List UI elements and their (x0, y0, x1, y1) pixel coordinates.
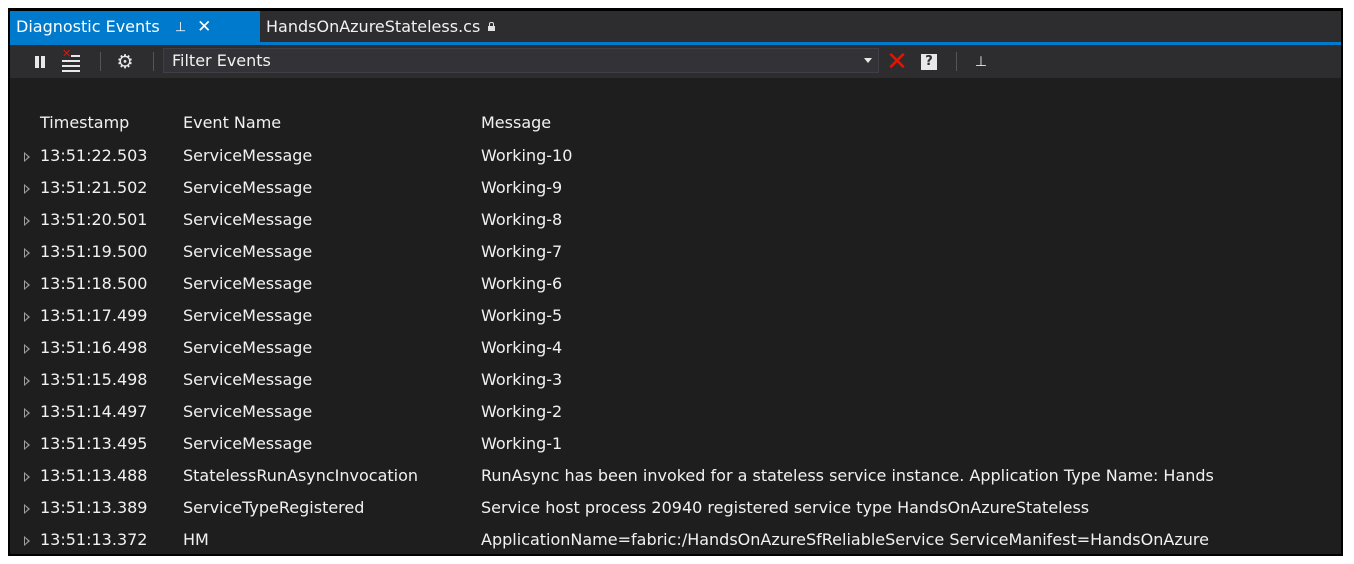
cell-event-name: HM (183, 530, 209, 549)
cell-timestamp: 13:51:13.488 (40, 466, 148, 485)
cell-timestamp: 13:51:22.503 (40, 146, 148, 165)
tab-handsonazurestateless-cs[interactable]: HandsOnAzureStateless.cs (260, 11, 570, 42)
cell-timestamp: 13:51:19.500 (40, 242, 148, 261)
table-row[interactable]: 13:51:17.499 ServiceMessage Working-5 (10, 302, 1341, 334)
filter-events-input[interactable]: Filter Events (163, 48, 879, 73)
cell-message: Working-10 (481, 146, 573, 165)
pause-icon[interactable] (32, 45, 48, 78)
lock-icon (488, 22, 496, 31)
cell-timestamp: 13:51:20.501 (40, 210, 148, 229)
table-row[interactable]: 13:51:22.503 ServiceMessage Working-10 (10, 142, 1341, 174)
table-row[interactable]: 13:51:14.497 ServiceMessage Working-2 (10, 398, 1341, 430)
expand-row-icon[interactable] (24, 184, 30, 194)
cell-timestamp: 13:51:13.389 (40, 498, 148, 517)
tab-title: Diagnostic Events (16, 17, 160, 36)
cell-message: Working-4 (481, 338, 563, 357)
screenshot-frame: Diagnostic Events ⊣ ✕ HandsOnAzureStatel… (8, 8, 1343, 556)
expand-row-icon[interactable] (24, 280, 30, 290)
cell-message: Working-3 (481, 370, 563, 389)
expand-row-icon[interactable] (24, 376, 30, 386)
diagnostic-events-window: Diagnostic Events ⊣ ✕ HandsOnAzureStatel… (10, 11, 1341, 554)
expand-row-icon[interactable] (24, 440, 30, 450)
cell-event-name: ServiceMessage (183, 338, 313, 357)
document-tab-strip: Diagnostic Events ⊣ ✕ HandsOnAzureStatel… (10, 11, 1341, 45)
cell-message: Working-5 (481, 306, 563, 325)
tab-pin-icon[interactable]: ⊣ (172, 21, 187, 32)
filter-events-text: Filter Events (172, 51, 271, 70)
cell-message: Working-7 (481, 242, 563, 261)
table-row[interactable]: 13:51:16.498 ServiceMessage Working-4 (10, 334, 1341, 366)
cell-event-name: StatelessRunAsyncInvocation (183, 466, 419, 485)
expand-row-icon[interactable] (24, 472, 30, 482)
cell-message: Working-8 (481, 210, 563, 229)
cell-message: RunAsync has been invoked for a stateles… (481, 466, 1214, 485)
cell-event-name: ServiceMessage (183, 402, 313, 421)
table-row[interactable]: 13:51:15.498 ServiceMessage Working-3 (10, 366, 1341, 398)
toolbar: ✕ ⚙ Filter Events ✕ ? ⊥ (10, 45, 1341, 78)
cell-message: Working-1 (481, 434, 563, 453)
table-row[interactable]: 13:51:21.502 ServiceMessage Working-9 (10, 174, 1341, 206)
tab-title: HandsOnAzureStateless.cs (266, 17, 481, 36)
cell-event-name: ServiceTypeRegistered (183, 498, 365, 517)
toolbar-separator (153, 52, 154, 71)
cell-message: Working-6 (481, 274, 563, 293)
cell-timestamp: 13:51:14.497 (40, 402, 148, 421)
cell-event-name: ServiceMessage (183, 274, 313, 293)
tab-close-icon[interactable]: ✕ (197, 17, 211, 37)
expand-row-icon[interactable] (24, 248, 30, 258)
cell-event-name: ServiceMessage (183, 370, 313, 389)
cell-timestamp: 13:51:18.500 (40, 274, 148, 293)
clear-filter-icon[interactable]: ✕ (884, 45, 910, 78)
tab-diagnostic-events[interactable]: Diagnostic Events ⊣ ✕ (10, 11, 260, 42)
cell-event-name: ServiceMessage (183, 306, 313, 325)
table-row[interactable]: 13:51:13.495 ServiceMessage Working-1 (10, 430, 1341, 462)
cell-event-name: ServiceMessage (183, 210, 313, 229)
toolbar-separator (956, 52, 957, 71)
expand-row-icon[interactable] (24, 152, 30, 162)
expand-row-icon[interactable] (24, 216, 30, 226)
cell-message: Service host process 20940 registered se… (481, 498, 1090, 517)
column-header-message[interactable]: Message (481, 113, 551, 132)
cell-event-name: ServiceMessage (183, 242, 313, 261)
expand-row-icon[interactable] (24, 536, 30, 546)
cell-timestamp: 13:51:13.495 (40, 434, 148, 453)
column-header-timestamp[interactable]: Timestamp (40, 113, 129, 132)
column-header-event-name[interactable]: Event Name (183, 113, 281, 132)
expand-row-icon[interactable] (24, 312, 30, 322)
expand-row-icon[interactable] (24, 504, 30, 514)
cell-timestamp: 13:51:16.498 (40, 338, 148, 357)
expand-row-icon[interactable] (24, 408, 30, 418)
gear-icon[interactable]: ⚙ (114, 45, 136, 78)
dropdown-arrow-icon[interactable] (864, 58, 872, 63)
cell-timestamp: 13:51:13.372 (40, 530, 148, 549)
table-row[interactable]: 13:51:18.500 ServiceMessage Working-6 (10, 270, 1341, 302)
table-row[interactable]: 13:51:13.488 StatelessRunAsyncInvocation R… (10, 462, 1341, 494)
help-icon-glyph: ? (921, 53, 937, 70)
cell-timestamp: 13:51:21.502 (40, 178, 148, 197)
cell-event-name: ServiceMessage (183, 178, 313, 197)
expand-row-icon[interactable] (24, 344, 30, 354)
cell-message: Working-2 (481, 402, 563, 421)
cell-message: Working-9 (481, 178, 563, 197)
table-row[interactable]: 13:51:13.389 ServiceTypeRegistered Service… (10, 494, 1341, 526)
grid-header: Timestamp Event Name Message (10, 78, 1341, 142)
toolbar-separator (100, 52, 101, 71)
table-row[interactable]: 13:51:19.500 ServiceMessage Working-7 (10, 238, 1341, 270)
table-row[interactable]: 13:51:20.501 ServiceMessage Working-8 (10, 206, 1341, 238)
pin-icon[interactable]: ⊥ (973, 45, 989, 78)
events-grid: Timestamp Event Name Message 13:51:22.50… (10, 78, 1341, 554)
table-row[interactable]: 13:51:13.372 HM ApplicationName=fabric:/Ha… (10, 526, 1341, 554)
clear-log-icon[interactable]: ✕ (60, 45, 82, 78)
help-icon[interactable]: ? (918, 45, 940, 78)
cell-timestamp: 13:51:17.499 (40, 306, 148, 325)
cell-message: ApplicationName=fabric:/HandsOnAzureSfRe… (481, 530, 1209, 549)
cell-event-name: ServiceMessage (183, 146, 313, 165)
cell-event-name: ServiceMessage (183, 434, 313, 453)
cell-timestamp: 13:51:15.498 (40, 370, 148, 389)
